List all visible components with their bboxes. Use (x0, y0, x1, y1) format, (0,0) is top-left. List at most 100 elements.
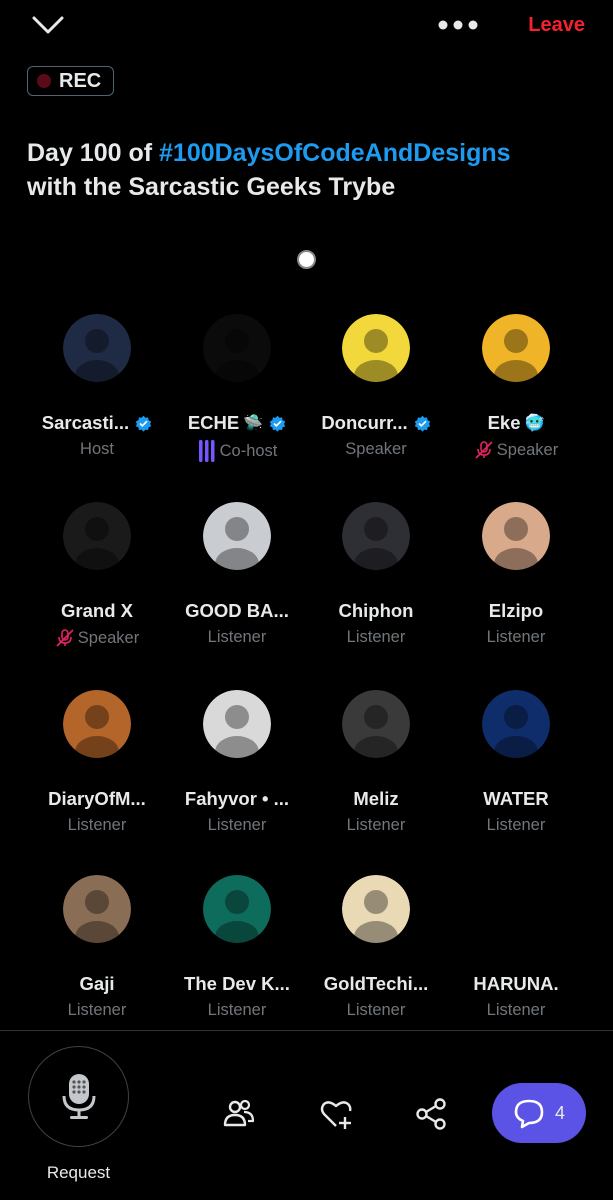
participant-name: Gaji (79, 973, 115, 994)
participant-role-row: Listener (162, 816, 312, 835)
avatar[interactable] (482, 314, 550, 382)
avatar[interactable] (203, 875, 271, 943)
participant-name: The Dev K... (184, 973, 290, 994)
chevron-down-icon[interactable] (30, 10, 66, 40)
participant-name: Sarcasti... (41, 412, 130, 433)
participant-role-row: Host (22, 440, 172, 459)
heart-plus-icon (320, 1101, 352, 1129)
request-label: Request (46, 1163, 111, 1182)
participant-name-row: HARUNA. (441, 973, 591, 995)
top-bar: Leave (0, 0, 613, 56)
avatar[interactable] (63, 690, 131, 758)
participant-emoji: 🛸 (243, 415, 264, 432)
title-prefix: Day 100 of (27, 139, 160, 167)
participant-role-row: Listener (441, 816, 591, 835)
page-indicator-dot (297, 250, 316, 269)
participant-name: Eke (487, 412, 521, 433)
chat-button[interactable]: 4 (492, 1083, 586, 1143)
microphone-icon (62, 1073, 95, 1119)
participant-name: GOOD BA... (185, 600, 289, 621)
verified-badge-icon (414, 415, 430, 432)
participant-role: Listener (486, 816, 546, 834)
speaking-indicator-icon (198, 440, 215, 462)
participant-role: Host (80, 440, 114, 458)
verified-badge-icon (269, 415, 286, 432)
participant-role: Listener (346, 1001, 406, 1019)
mic-off-icon (56, 629, 74, 647)
avatar[interactable] (482, 690, 550, 758)
avatar[interactable] (482, 502, 550, 570)
verified-badge-icon (135, 415, 152, 432)
participant-role-row: Co-host (162, 440, 312, 462)
participant-role: Listener (486, 628, 546, 646)
react-button[interactable] (316, 1094, 356, 1134)
participant-role: Listener (346, 628, 406, 646)
participant-name: Doncurr... (321, 412, 408, 433)
record-dot-icon (37, 74, 51, 88)
avatar[interactable] (482, 875, 550, 943)
participant-role: Listener (207, 628, 267, 646)
more-options-icon[interactable] (436, 12, 480, 38)
participant-role-row: Listener (441, 1001, 591, 1020)
participant-name-row: Eke 🥶 (441, 412, 591, 434)
participant-name: ECHE (187, 412, 240, 433)
participant-name-row: GoldTechi... (301, 973, 451, 995)
share-button[interactable] (411, 1094, 451, 1134)
avatar[interactable] (342, 502, 410, 570)
participant-name-row: Meliz (301, 788, 451, 810)
participant-role: Listener (346, 816, 406, 834)
recording-badge: REC (27, 66, 114, 96)
participant-role-row: Listener (162, 628, 312, 647)
participant-emoji: 🥶 (524, 415, 545, 432)
participant-name: WATER (483, 788, 549, 809)
participant-role: Listener (207, 816, 267, 834)
people-button[interactable] (219, 1094, 259, 1134)
participant-name-row: Gaji (22, 973, 172, 995)
share-icon (416, 1098, 446, 1130)
participant-role: Speaker (496, 440, 559, 459)
avatar[interactable] (203, 502, 271, 570)
title-suffix: with the Sarcastic Geeks Trybe (27, 173, 396, 201)
participant-name: GoldTechi... (323, 973, 429, 994)
participant-role-row: Listener (301, 1001, 451, 1020)
avatar[interactable] (342, 314, 410, 382)
footer-divider (0, 1030, 613, 1031)
participant-name: DiaryOfM... (48, 788, 146, 809)
participant-role: Listener (486, 1001, 546, 1019)
participant-role-row: Speaker (301, 440, 451, 459)
avatar[interactable] (342, 690, 410, 758)
participant-name-row: Chiphon (301, 600, 451, 622)
participant-name-row: Sarcasti... (22, 412, 172, 434)
avatar[interactable] (63, 502, 131, 570)
title-hashtag-link[interactable]: #100DaysOfCodeAndDesigns (159, 139, 511, 167)
leave-button[interactable]: Leave (528, 14, 585, 37)
participant-name-row: Grand X (22, 600, 172, 622)
mic-off-icon (475, 441, 493, 459)
avatar[interactable] (63, 875, 131, 943)
participant-role-row: Speaker (441, 440, 591, 460)
participant-role-row: Speaker (22, 628, 172, 648)
avatar[interactable] (63, 314, 131, 382)
participant-name: Grand X (61, 600, 133, 621)
participant-role-row: Listener (22, 1001, 172, 1020)
participant-name-row: Elzipo (441, 600, 591, 622)
participant-role: Listener (207, 1001, 267, 1019)
participant-name-row: DiaryOfM... (22, 788, 172, 810)
participant-name: Meliz (353, 788, 399, 809)
request-mic-button[interactable] (28, 1046, 129, 1147)
avatar[interactable] (203, 314, 271, 382)
space-title: Day 100 of #100DaysOfCodeAndDesigns with… (27, 136, 587, 204)
participant-name-row: The Dev K... (162, 973, 312, 995)
participant-role-row: Listener (301, 816, 451, 835)
participant-role-row: Listener (301, 628, 451, 647)
avatar[interactable] (203, 690, 271, 758)
avatar[interactable] (342, 875, 410, 943)
participant-name: Chiphon (338, 600, 414, 621)
participant-role: Co-host (219, 441, 278, 460)
rec-label: REC (59, 69, 102, 92)
participant-name: Elzipo (488, 600, 544, 621)
participant-name-row: WATER (441, 788, 591, 810)
participant-name-row: Fahyvor • ... (162, 788, 312, 810)
participant-role: Speaker (345, 440, 407, 458)
participant-role-row: Listener (22, 816, 172, 835)
